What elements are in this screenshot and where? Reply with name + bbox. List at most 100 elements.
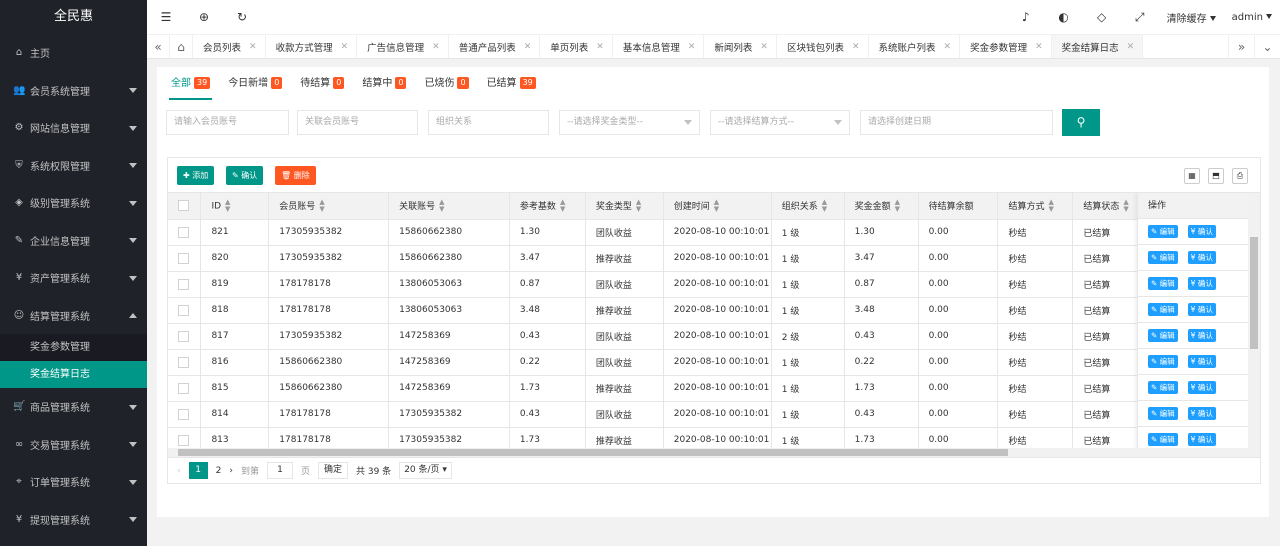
row-checkbox[interactable] <box>178 278 189 290</box>
sidebar-item-5[interactable]: ✎ 企业信息管理 <box>0 222 147 260</box>
clear-cache-dropdown[interactable]: 清除缓存 <box>1167 10 1216 25</box>
edit-button[interactable]: ✎ 编辑 <box>1148 329 1178 342</box>
page-tab-6[interactable]: 新闻列表 ✕ <box>704 35 777 58</box>
tabs-menu-icon[interactable]: ⌄ <box>1254 35 1280 58</box>
row-confirm-button[interactable]: ¥ 确认 <box>1187 407 1216 420</box>
member-account-input[interactable]: 请输入会员账号 <box>166 110 289 135</box>
close-icon[interactable]: ✕ <box>524 42 532 52</box>
page-tab-3[interactable]: 普通产品列表 ✕ <box>449 35 541 58</box>
status-tab-2[interactable]: 待结算 0 <box>300 67 345 100</box>
row-checkbox[interactable] <box>178 434 189 446</box>
page-tab-7[interactable]: 区块钱包列表 ✕ <box>777 35 869 58</box>
row-confirm-button[interactable]: ¥ 确认 <box>1187 381 1216 394</box>
sidebar-item-after-0[interactable]: 🛒 商品管理系统 <box>0 388 147 426</box>
sidebar-subitem-1[interactable]: 奖金结算日志 <box>0 361 147 388</box>
col-base[interactable]: 参考基数 ▲ ▼ <box>509 193 586 220</box>
table-row[interactable]: 819 178178178 13806053063 0.87 团队收益 2020-08-1… <box>168 271 1260 298</box>
edit-button[interactable]: ✎ 编辑 <box>1148 381 1178 394</box>
table-row[interactable]: 813 178178178 17305935382 1.73 推荐收益 2020-08-1… <box>168 427 1260 448</box>
row-checkbox[interactable] <box>178 226 189 238</box>
columns-filter-icon[interactable]: ▦ <box>1184 168 1200 184</box>
tabs-scroll-left-icon[interactable]: « <box>147 35 170 58</box>
sort-icon[interactable]: ▲ ▼ <box>439 199 444 213</box>
globe-icon[interactable]: ⊕ <box>185 10 223 24</box>
sort-icon[interactable]: ▲ ▼ <box>1123 199 1128 213</box>
scrollbar-thumb[interactable] <box>178 449 1008 456</box>
row-checkbox[interactable] <box>178 408 189 420</box>
organization-input[interactable]: 组织关系 <box>428 110 549 135</box>
close-icon[interactable]: ✕ <box>432 42 440 52</box>
bonus-type-select[interactable]: --请选择奖金类型-- <box>559 110 700 135</box>
sort-icon[interactable]: ▲ ▼ <box>714 199 719 213</box>
per-page-select[interactable]: 20 条/页 ▾ <box>399 462 452 479</box>
related-account-input[interactable]: 关联会员账号 <box>297 110 418 135</box>
table-row[interactable]: 817 17305935382 147258369 0.43 团队收益 2020-08-1… <box>168 323 1260 350</box>
page-tab-8[interactable]: 系统账户列表 ✕ <box>869 35 961 58</box>
row-checkbox[interactable] <box>178 304 189 316</box>
status-tab-1[interactable]: 今日新增 0 <box>228 67 283 100</box>
sort-icon[interactable]: ▲ ▼ <box>319 199 324 213</box>
status-tab-5[interactable]: 已结算 39 <box>487 67 536 100</box>
settle-method-select[interactable]: --请选择结算方式-- <box>710 110 850 135</box>
bell-icon[interactable]: ♪ <box>1007 10 1045 24</box>
status-tab-0[interactable]: 全部 39 <box>168 67 213 100</box>
sidebar-item-0[interactable]: ⌂ 主页 <box>0 34 147 72</box>
table-row[interactable]: 815 15860662380 147258369 1.73 推荐收益 2020-08-1… <box>168 375 1260 402</box>
close-icon[interactable]: ✕ <box>760 42 768 52</box>
home-tab-icon[interactable]: ⌂ <box>170 35 193 58</box>
close-icon[interactable]: ✕ <box>596 42 604 52</box>
status-tab-3[interactable]: 结算中 0 <box>362 67 407 100</box>
confirm-button[interactable]: ✎ 确认 <box>226 166 264 185</box>
row-checkbox[interactable] <box>178 252 189 264</box>
sidebar-subitem-0[interactable]: 奖金参数管理 <box>0 334 147 361</box>
page-tab-10[interactable]: 奖金结算日志 ✕ <box>1051 35 1144 58</box>
table-row[interactable]: 814 178178178 17305935382 0.43 团队收益 2020-08-1… <box>168 401 1260 428</box>
menu-toggle-icon[interactable]: ☰ <box>147 10 185 24</box>
page-tab-0[interactable]: 会员列表 ✕ <box>193 35 266 58</box>
sort-icon[interactable]: ▲ ▼ <box>636 199 641 213</box>
tag-icon[interactable]: ◇ <box>1083 10 1121 24</box>
col-created[interactable]: 创建时间 ▲ ▼ <box>663 193 772 220</box>
row-confirm-button[interactable]: ¥ 确认 <box>1187 303 1216 316</box>
refresh-icon[interactable]: ↻ <box>223 10 261 24</box>
page-tab-9[interactable]: 奖金参数管理 ✕ <box>960 35 1052 58</box>
horizontal-scrollbar[interactable] <box>168 448 1260 457</box>
user-dropdown[interactable]: admin <box>1232 12 1272 23</box>
sort-icon[interactable]: ▲ ▼ <box>895 199 900 213</box>
row-confirm-button[interactable]: ¥ 确认 <box>1187 225 1216 238</box>
select-all-checkbox[interactable] <box>178 200 189 212</box>
table-row[interactable]: 821 17305935382 15860662380 1.30 团队收益 2020-08… <box>168 219 1260 246</box>
scrollbar-thumb[interactable] <box>1250 237 1258 349</box>
table-row[interactable]: 820 17305935382 15860662380 3.47 推荐收益 2020-08… <box>168 245 1260 272</box>
page-tab-1[interactable]: 收款方式管理 ✕ <box>266 35 358 58</box>
sidebar-item-1[interactable]: 👥 会员系统管理 <box>0 72 147 110</box>
sidebar-item-6[interactable]: ¥ 资产管理系统 <box>0 259 147 297</box>
fullscreen-icon[interactable]: ⤢ <box>1121 10 1159 25</box>
sidebar-item-2[interactable]: ⚙ 网站信息管理 <box>0 109 147 147</box>
col-amount[interactable]: 奖金金额 ▲ ▼ <box>844 193 919 220</box>
page-tab-4[interactable]: 单页列表 ✕ <box>540 35 613 58</box>
sort-icon[interactable]: ▲ ▼ <box>1048 199 1053 213</box>
page-1[interactable]: 1 <box>188 462 208 479</box>
page-tab-5[interactable]: 基本信息管理 ✕ <box>613 35 705 58</box>
col-related-account[interactable]: 关联账号 ▲ ▼ <box>388 193 510 220</box>
vertical-scrollbar[interactable] <box>1248 193 1260 448</box>
close-icon[interactable]: ✕ <box>341 42 349 52</box>
prev-page-icon[interactable]: ‹ <box>177 466 181 476</box>
sidebar-item-7[interactable]: ☺ 结算管理系统 <box>0 297 147 335</box>
edit-button[interactable]: ✎ 编辑 <box>1148 433 1178 446</box>
created-date-input[interactable]: 请选择创建日期 <box>860 110 1053 135</box>
table-row[interactable]: 816 15860662380 147258369 0.22 团队收益 2020-08-1… <box>168 349 1260 376</box>
col-member-account[interactable]: 会员账号 ▲ ▼ <box>268 193 390 220</box>
goto-page-input[interactable]: 1 <box>266 462 293 479</box>
sort-icon[interactable]: ▲ ▼ <box>822 199 827 213</box>
sidebar-item-4[interactable]: ◈ 级别管理系统 <box>0 184 147 222</box>
goto-confirm-button[interactable]: 确定 <box>317 462 348 479</box>
edit-button[interactable]: ✎ 编辑 <box>1148 225 1178 238</box>
print-icon[interactable]: ⎙ <box>1232 168 1248 184</box>
close-icon[interactable]: ✕ <box>1035 42 1043 52</box>
close-icon[interactable]: ✕ <box>688 42 696 52</box>
row-checkbox[interactable] <box>178 356 189 368</box>
page-tab-2[interactable]: 广告信息管理 ✕ <box>357 35 449 58</box>
row-checkbox[interactable] <box>178 330 189 342</box>
